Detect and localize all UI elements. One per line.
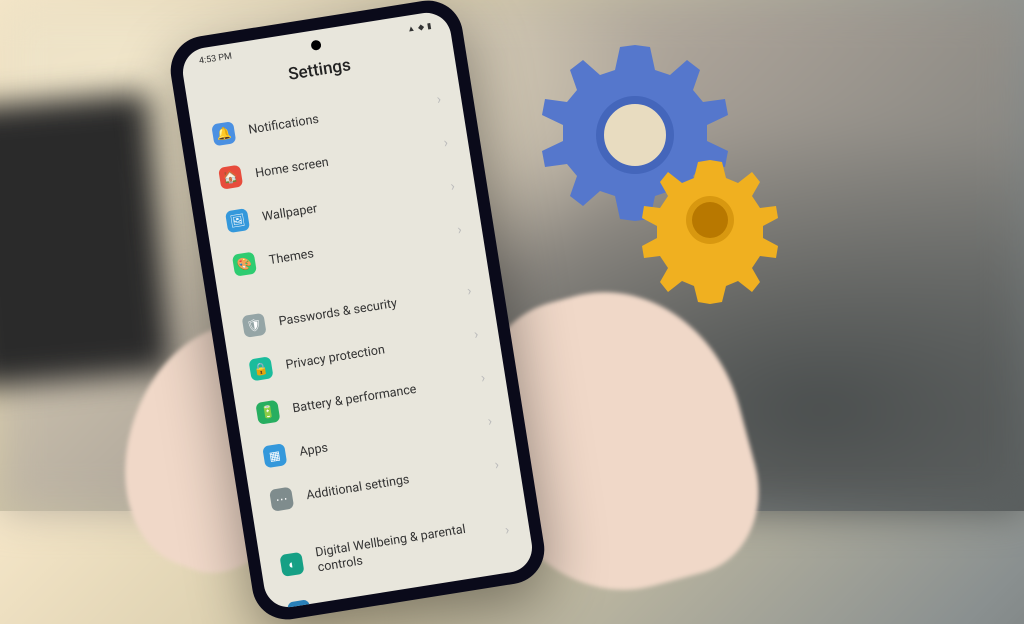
chevron-right-icon: › (456, 222, 463, 238)
grid-icon: ▦ (262, 443, 287, 468)
chevron-right-icon: › (487, 413, 494, 429)
chevron-right-icon: › (494, 457, 501, 473)
image-icon: 🖼 (225, 208, 250, 233)
status-time: 4:53 PM (198, 52, 232, 67)
chevron-right-icon: › (473, 327, 480, 343)
chevron-right-icon: › (443, 135, 450, 151)
background-box (0, 92, 172, 388)
chevron-right-icon: › (449, 178, 456, 194)
home-icon: 🏠 (218, 165, 243, 190)
wifi-icon: ◆ (417, 22, 424, 32)
wellbeing-icon: ◐ (279, 552, 304, 577)
signal-icon: ▲ (406, 23, 415, 33)
chevron-right-icon: › (436, 91, 443, 107)
dots-icon: ⋯ (269, 487, 294, 512)
bell-icon: 🔔 (211, 121, 236, 146)
lock-icon: 🔒 (248, 356, 273, 381)
chevron-right-icon: › (466, 283, 473, 299)
battery-icon: 🔋 (255, 400, 280, 425)
battery-icon: ▮ (426, 20, 432, 30)
chevron-right-icon: › (504, 522, 511, 538)
shield-icon: 🛡 (242, 313, 267, 338)
chevron-right-icon: › (480, 370, 487, 386)
star-icon: ✦ (287, 599, 312, 611)
chevron-right-icon: › (511, 569, 518, 585)
palette-icon: 🎨 (232, 252, 257, 277)
status-icons: ▲ ◆ ▮ (406, 20, 432, 33)
